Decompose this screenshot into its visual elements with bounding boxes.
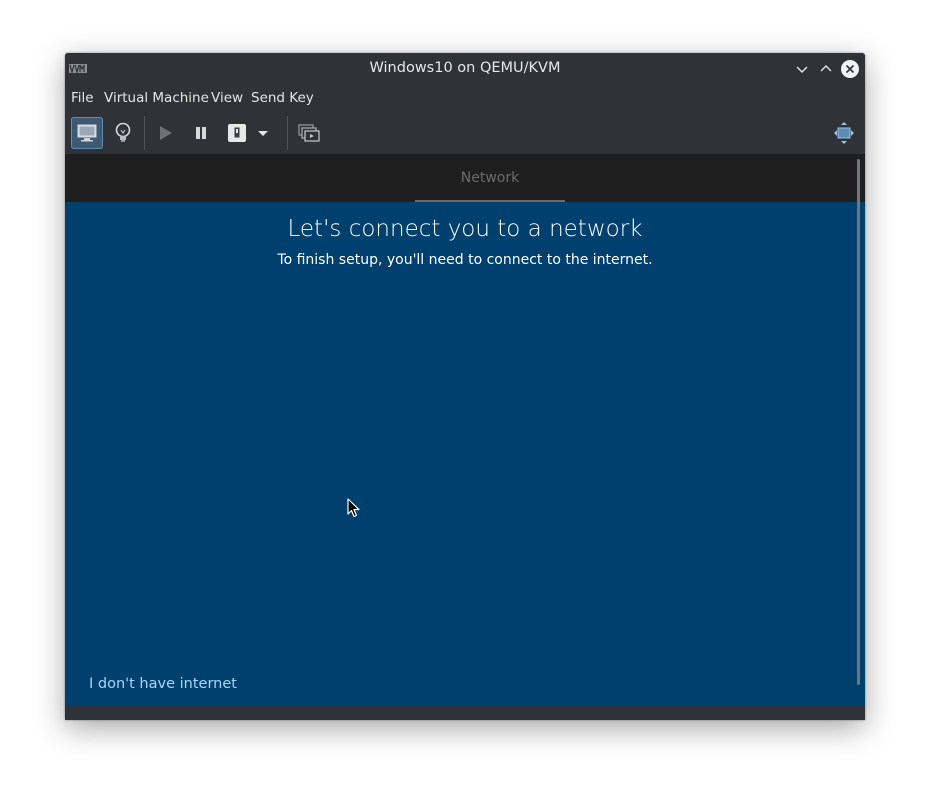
monitor-icon bbox=[71, 117, 103, 149]
details-view-button[interactable] bbox=[107, 117, 139, 149]
toolbar-separator bbox=[287, 116, 288, 150]
close-icon bbox=[841, 60, 859, 78]
status-bar bbox=[65, 706, 865, 720]
menu-virtual-machine[interactable]: Virtual Machine bbox=[104, 90, 209, 106]
menu-send-key[interactable]: Send Key bbox=[251, 90, 314, 106]
window-title: Windows10 on QEMU/KVM bbox=[369, 60, 561, 76]
no-internet-link[interactable]: I don't have internet bbox=[89, 676, 237, 692]
oobe-header: Network bbox=[65, 154, 865, 202]
toolbar bbox=[65, 112, 865, 154]
tab-underline bbox=[415, 200, 565, 202]
shutdown-button[interactable] bbox=[221, 117, 253, 149]
menu-view[interactable]: View bbox=[211, 90, 243, 106]
snapshots-icon bbox=[298, 124, 320, 142]
maximize-button[interactable] bbox=[816, 59, 836, 79]
title-bar[interactable]: Windows10 on QEMU/KVM bbox=[65, 53, 865, 84]
dropdown-arrow-icon bbox=[258, 131, 268, 136]
tab-network: Network bbox=[415, 154, 565, 202]
mouse-pointer-icon bbox=[347, 498, 360, 518]
close-button[interactable] bbox=[840, 59, 860, 79]
lightbulb-icon bbox=[115, 122, 131, 142]
fullscreen-icon bbox=[834, 122, 854, 144]
chevron-down-icon bbox=[796, 66, 808, 73]
fullscreen-button[interactable] bbox=[828, 117, 860, 149]
power-icon bbox=[228, 124, 246, 142]
chevron-up-icon bbox=[820, 65, 832, 72]
play-icon bbox=[160, 126, 172, 140]
pause-button[interactable] bbox=[185, 117, 217, 149]
scrollbar[interactable] bbox=[857, 159, 860, 685]
shutdown-menu-button[interactable] bbox=[253, 117, 273, 149]
toolbar-separator bbox=[144, 116, 145, 150]
menu-bar: File Virtual Machine View Send Key bbox=[65, 84, 865, 112]
tab-network-label: Network bbox=[460, 170, 520, 186]
snapshots-button[interactable] bbox=[293, 117, 325, 149]
vm-console-display[interactable]: Network Let's connect you to a network T… bbox=[65, 154, 865, 706]
page-title: Let's connect you to a network bbox=[287, 216, 643, 242]
run-button[interactable] bbox=[149, 117, 181, 149]
minimize-button[interactable] bbox=[792, 59, 812, 79]
page-subtitle: To finish setup, you'll need to connect … bbox=[277, 252, 653, 268]
menu-file[interactable]: File bbox=[71, 90, 94, 106]
console-view-button[interactable] bbox=[71, 117, 103, 149]
pause-icon bbox=[196, 127, 206, 139]
vm-window: Windows10 on QEMU/KVM File Virtual Machi… bbox=[65, 53, 865, 720]
